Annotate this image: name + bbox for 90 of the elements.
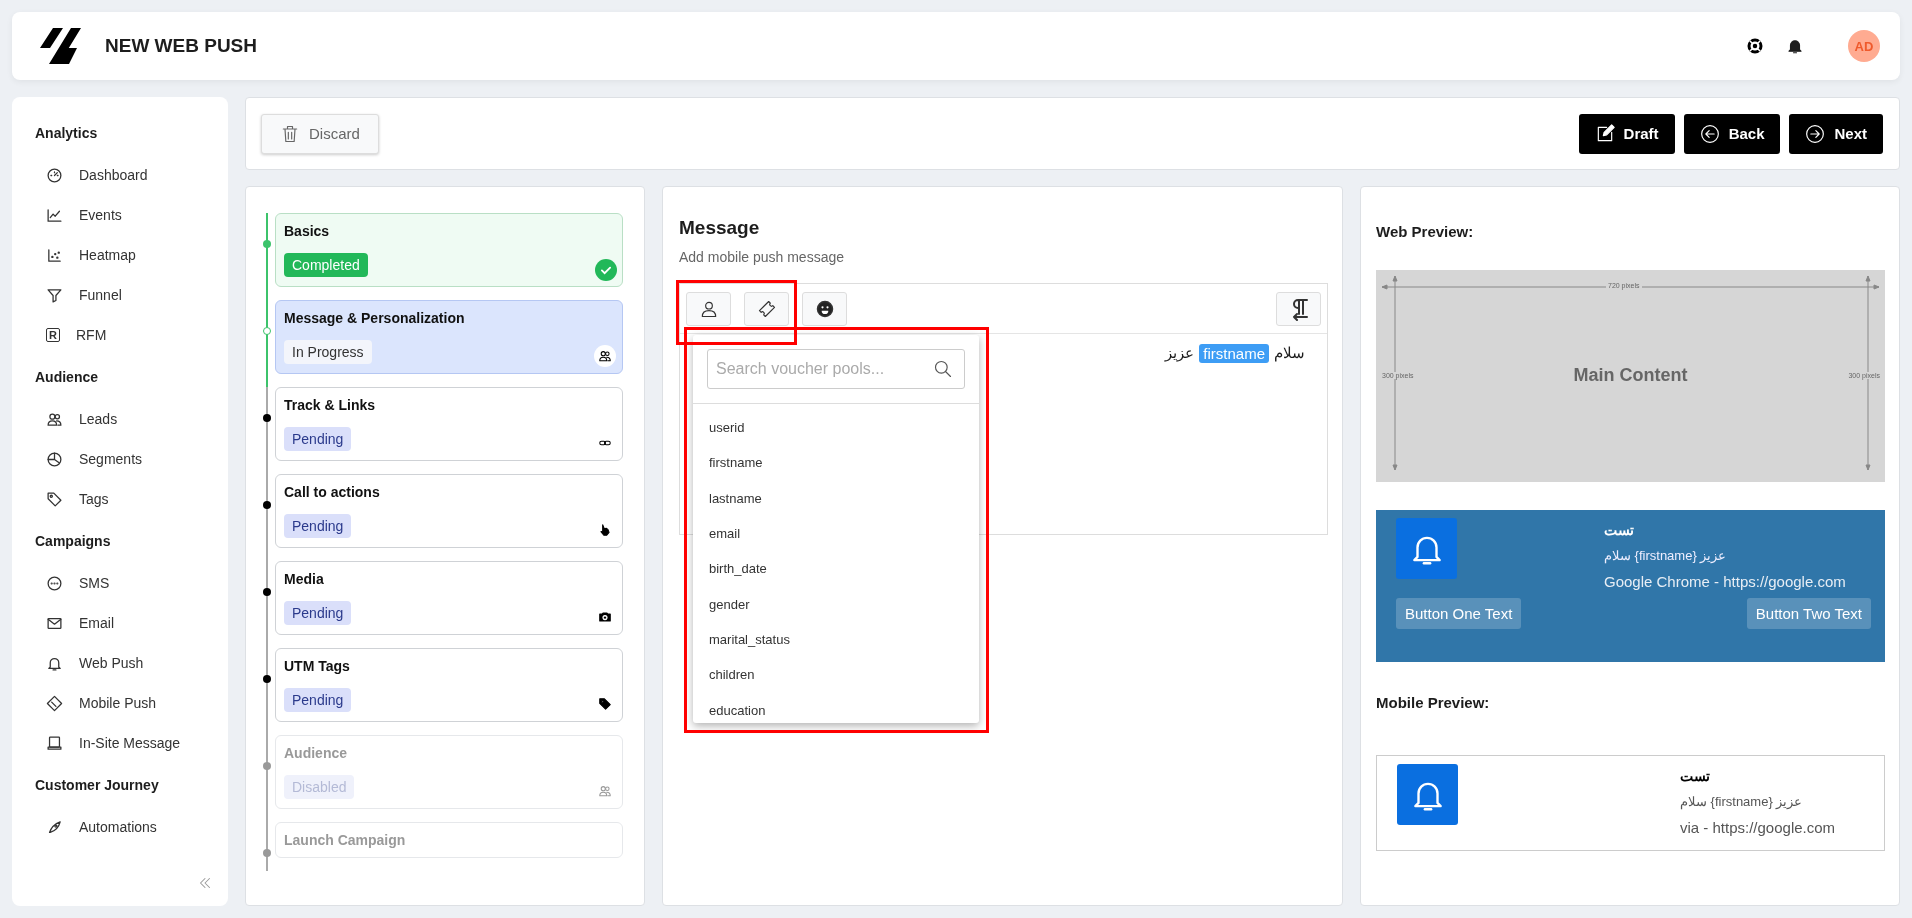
monitor-icon (46, 734, 63, 752)
sidebar-item[interactable]: Funnel (12, 275, 228, 315)
sidebar-item[interactable]: Automations (12, 807, 228, 847)
step-title: Message & Personalization (284, 310, 466, 326)
sidebar-item[interactable]: Mobile Push (12, 683, 228, 723)
line-chart-icon (46, 206, 63, 224)
bell-icon[interactable] (1786, 37, 1804, 55)
people-icon (598, 784, 612, 798)
gauge-icon (46, 166, 63, 184)
page-title: NEW WEB PUSH (105, 35, 258, 57)
smiley-icon (814, 298, 835, 319)
section-heading: Audience (34, 368, 99, 387)
ticket-button[interactable] (744, 291, 789, 326)
dropdown-item[interactable]: children (693, 657, 979, 693)
section-title: Message (679, 217, 761, 239)
logo-icon (39, 26, 83, 66)
step-title: Basics (284, 223, 331, 239)
sidebar-item[interactable]: Tags (12, 479, 228, 519)
section-heading: Campaigns (34, 532, 112, 551)
step-card[interactable]: Message & Personalization In Progress (275, 300, 623, 374)
chat-icon (46, 574, 63, 592)
section-heading: Customer Journey (34, 776, 160, 795)
funnel-icon (46, 286, 63, 304)
dropdown-item[interactable]: gender (693, 586, 979, 622)
step-title: Audience (284, 745, 348, 761)
sidebar-item[interactable]: Dashboard (12, 155, 228, 195)
step-title: UTM Tags (284, 658, 351, 674)
status-badge: Pending (284, 514, 352, 538)
section-title: Mobile Preview: (1376, 694, 1491, 711)
tag-icon (46, 490, 63, 508)
status-badge: Completed (284, 253, 368, 277)
section-heading: Analytics (34, 124, 99, 143)
sidebar-item[interactable]: Email (12, 603, 228, 643)
notification-title: تست (1604, 522, 1635, 538)
search-icon (933, 359, 953, 379)
lifebuoy-icon[interactable] (1746, 37, 1764, 55)
step-card[interactable]: Call to actions Pending (275, 474, 623, 548)
step-title: Track & Links (284, 397, 377, 413)
step-card[interactable]: Track & Links Pending (275, 387, 623, 461)
pointing-hand-icon (598, 523, 612, 537)
notification-body: سلام {firstname} عزیز (1604, 548, 1728, 563)
notification-source: Google Chrome - https://google.com (1604, 573, 1847, 590)
step-title: Launch Campaign (284, 832, 407, 848)
status-badge: Pending (284, 427, 352, 451)
notification-title: تست (1680, 768, 1711, 784)
step-card[interactable]: UTM Tags Pending (275, 648, 623, 722)
trash-icon (280, 123, 300, 144)
step-title: Media (284, 571, 325, 587)
sidebar-item[interactable]: Segments (12, 439, 228, 479)
check-icon (595, 259, 617, 281)
step-title: Call to actions (284, 484, 381, 500)
ticket-icon (756, 298, 777, 319)
people-icon (598, 349, 612, 363)
dropdown-item[interactable]: firstname (693, 445, 979, 481)
dropdown-item[interactable]: education (693, 692, 979, 728)
sidebar-item[interactable]: Web Push (12, 643, 228, 683)
sidebar-item[interactable]: Events (12, 195, 228, 235)
emoji-button[interactable] (802, 291, 847, 326)
status-badge: Pending (284, 601, 352, 625)
step-card[interactable]: Media Pending (275, 561, 623, 635)
dropdown-item[interactable]: birth_date (693, 551, 979, 587)
discard-button[interactable]: Discard (261, 113, 379, 154)
scatter-chart-icon (46, 246, 63, 264)
back-button[interactable]: Back (1683, 113, 1781, 154)
sidebar-item[interactable]: SMS (12, 563, 228, 603)
sidebar-item[interactable]: Leads (12, 399, 228, 439)
draft-button[interactable]: Draft (1578, 113, 1675, 154)
status-badge: In Progress (284, 340, 372, 364)
search-field[interactable]: Search voucher pools... (707, 349, 965, 389)
mockup-caption: Main Content (1573, 365, 1688, 386)
text-direction-button[interactable] (1276, 291, 1321, 326)
dropdown-item[interactable]: userid (693, 410, 979, 446)
tag-icon (598, 697, 612, 711)
status-badge: Pending (284, 688, 352, 712)
pie-chart-icon (46, 450, 63, 468)
person-button[interactable] (686, 291, 731, 326)
notification-source: via - https://google.com (1680, 819, 1837, 836)
sidebar-item[interactable]: Heatmap (12, 235, 228, 275)
section-subtitle: Add mobile push message (679, 249, 845, 265)
next-button[interactable]: Next (1789, 113, 1883, 154)
camera-icon (598, 610, 612, 624)
notification-body: سلام {firstname} عزیز (1680, 794, 1804, 809)
status-badge: Disabled (284, 775, 355, 799)
letter-icon: R (46, 328, 60, 342)
dropdown-item[interactable]: lastname (693, 480, 979, 516)
step-card[interactable]: Basics Completed (275, 213, 623, 287)
sidebar-item[interactable]: R RFM (12, 315, 228, 355)
section-title: Web Preview: (1376, 223, 1475, 240)
dropdown-item[interactable]: marital_status (693, 621, 979, 658)
sidebar-item[interactable]: In-Site Message (12, 723, 228, 763)
